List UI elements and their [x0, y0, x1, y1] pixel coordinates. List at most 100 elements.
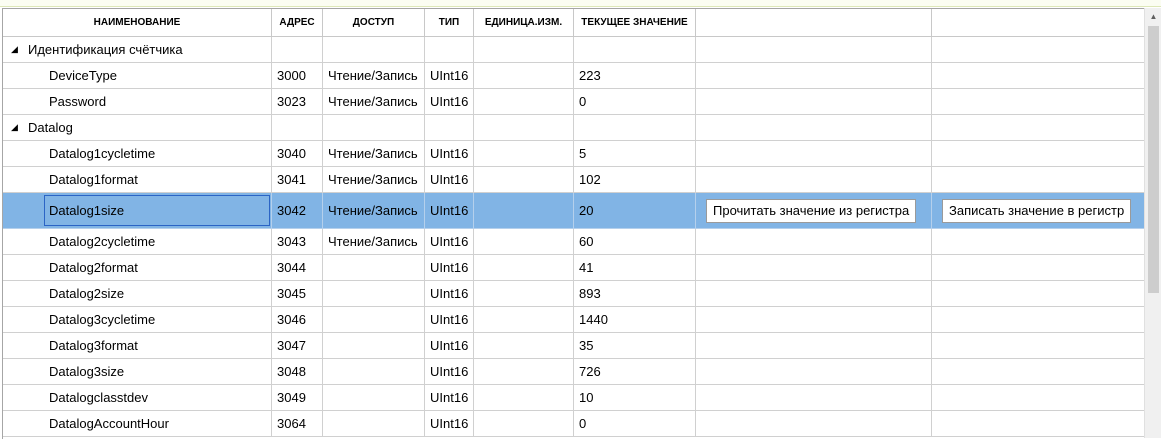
type-cell: UInt16: [425, 141, 474, 167]
unit-cell: [474, 167, 574, 193]
write-register-button[interactable]: Записать значение в регистр: [942, 198, 1132, 223]
table-row[interactable]: Datalog2cycletime 3043 Чтение/Запись UInt16…: [3, 229, 1145, 255]
read-action-cell: [696, 167, 932, 193]
read-action-cell: [696, 141, 932, 167]
write-action-cell: [932, 385, 1145, 411]
name-cell[interactable]: Datalog3format: [3, 333, 272, 359]
column-header-name[interactable]: НАИМЕНОВАНИЕ: [3, 9, 272, 37]
type-cell: UInt16: [425, 333, 474, 359]
type-cell: UInt16: [425, 359, 474, 385]
vertical-scrollbar[interactable]: ▲: [1144, 8, 1161, 438]
group-row[interactable]: ◢ Datalog: [3, 115, 1145, 141]
access-cell: [323, 359, 425, 385]
table-row[interactable]: DatalogAccountHour 3064 UInt16 0: [3, 411, 1145, 437]
name-cell[interactable]: DeviceType: [3, 63, 272, 89]
expand-triangle-icon[interactable]: ◢: [11, 44, 20, 55]
empty-cell: [323, 115, 425, 141]
access-cell: Чтение/Запись: [323, 63, 425, 89]
column-header-address[interactable]: АДРЕС: [272, 9, 323, 37]
register-name: Datalog2size: [49, 286, 125, 301]
column-header-read-action: [696, 9, 932, 37]
value-cell[interactable]: 35: [574, 333, 696, 359]
unit-cell: [474, 385, 574, 411]
access-cell: Чтение/Запись: [323, 193, 425, 229]
register-name: Datalog1format: [49, 172, 138, 187]
write-action-cell: [932, 281, 1145, 307]
address-cell: 3048: [272, 359, 323, 385]
read-action-cell: [696, 63, 932, 89]
name-cell[interactable]: Datalog2cycletime: [3, 229, 272, 255]
read-action-cell: [696, 385, 932, 411]
value-cell[interactable]: 0: [574, 411, 696, 437]
table-row[interactable]: Datalogclasstdev 3049 UInt16 10: [3, 385, 1145, 411]
table-row[interactable]: Datalog2size 3045 UInt16 893: [3, 281, 1145, 307]
register-name: Datalog3cycletime: [49, 312, 156, 327]
table-row[interactable]: DeviceType 3000 Чтение/Запись UInt16 223: [3, 63, 1145, 89]
empty-cell: [932, 115, 1145, 141]
unit-cell: [474, 141, 574, 167]
name-cell[interactable]: DatalogAccountHour: [3, 411, 272, 437]
expand-triangle-icon[interactable]: ◢: [11, 122, 20, 133]
value-cell[interactable]: 102: [574, 167, 696, 193]
value-cell[interactable]: 20: [574, 193, 696, 229]
register-name: Datalog2cycletime: [49, 234, 156, 249]
group-label: Идентификация счётчика: [28, 42, 183, 57]
write-action-cell: [932, 307, 1145, 333]
address-cell: 3046: [272, 307, 323, 333]
unit-cell: [474, 255, 574, 281]
value-cell[interactable]: 5: [574, 141, 696, 167]
table-row-selected[interactable]: Datalog1size 3042 Чтение/Запись UInt16 20 Про…: [3, 193, 1145, 229]
scroll-up-arrow-icon[interactable]: ▲: [1145, 8, 1161, 25]
read-action-cell: [696, 307, 932, 333]
unit-cell: [474, 229, 574, 255]
column-header-type[interactable]: ТИП: [425, 9, 474, 37]
name-cell[interactable]: Datalog1format: [3, 167, 272, 193]
value-cell[interactable]: 10: [574, 385, 696, 411]
read-register-button[interactable]: Прочитать значение из регистра: [706, 198, 917, 223]
write-action-cell: [932, 411, 1145, 437]
empty-cell: [425, 115, 474, 141]
registers-grid[interactable]: НАИМЕНОВАНИЕ АДРЕС ДОСТУП ТИП ЕДИНИЦА.ИЗ…: [2, 8, 1145, 439]
name-cell[interactable]: Datalog1size: [3, 193, 272, 229]
access-cell: [323, 307, 425, 333]
register-name: Datalog2format: [49, 260, 138, 275]
name-cell[interactable]: Datalog2format: [3, 255, 272, 281]
write-action-cell: [932, 63, 1145, 89]
value-cell[interactable]: 41: [574, 255, 696, 281]
empty-cell: [696, 37, 932, 63]
unit-cell: [474, 359, 574, 385]
unit-cell: [474, 281, 574, 307]
column-header-current-value[interactable]: ТЕКУЩЕЕ ЗНАЧЕНИЕ: [574, 9, 696, 37]
column-header-unit[interactable]: ЕДИНИЦА.ИЗМ.: [474, 9, 574, 37]
scrollbar-thumb[interactable]: [1148, 26, 1159, 293]
group-row[interactable]: ◢ Идентификация счётчика: [3, 37, 1145, 63]
table-row[interactable]: Datalog2format 3044 UInt16 41: [3, 255, 1145, 281]
type-cell: UInt16: [425, 193, 474, 229]
address-cell: 3047: [272, 333, 323, 359]
table-row[interactable]: Datalog1cycletime 3040 Чтение/Запись UInt16…: [3, 141, 1145, 167]
value-cell[interactable]: 60: [574, 229, 696, 255]
name-cell[interactable]: Datalogclasstdev: [3, 385, 272, 411]
value-cell[interactable]: 1440: [574, 307, 696, 333]
table-row[interactable]: Datalog1format 3041 Чтение/Запись UInt16 102: [3, 167, 1145, 193]
value-cell[interactable]: 223: [574, 63, 696, 89]
value-cell[interactable]: 0: [574, 89, 696, 115]
value-cell[interactable]: 893: [574, 281, 696, 307]
name-cell[interactable]: Datalog1cycletime: [3, 141, 272, 167]
name-cell[interactable]: Datalog3size: [3, 359, 272, 385]
name-cell[interactable]: Datalog3cycletime: [3, 307, 272, 333]
table-row[interactable]: Password 3023 Чтение/Запись UInt16 0: [3, 89, 1145, 115]
name-cell[interactable]: Datalog2size: [3, 281, 272, 307]
value-cell[interactable]: 726: [574, 359, 696, 385]
table-row[interactable]: Datalog3format 3047 UInt16 35: [3, 333, 1145, 359]
name-cell[interactable]: Password: [3, 89, 272, 115]
column-header-access[interactable]: ДОСТУП: [323, 9, 425, 37]
type-cell: UInt16: [425, 167, 474, 193]
type-cell: UInt16: [425, 63, 474, 89]
top-strip: [0, 0, 1161, 7]
access-cell: [323, 333, 425, 359]
table-row[interactable]: Datalog3cycletime 3046 UInt16 1440: [3, 307, 1145, 333]
read-action-cell: [696, 89, 932, 115]
table-row[interactable]: Datalog3size 3048 UInt16 726: [3, 359, 1145, 385]
register-name: Datalog1size: [49, 203, 125, 218]
